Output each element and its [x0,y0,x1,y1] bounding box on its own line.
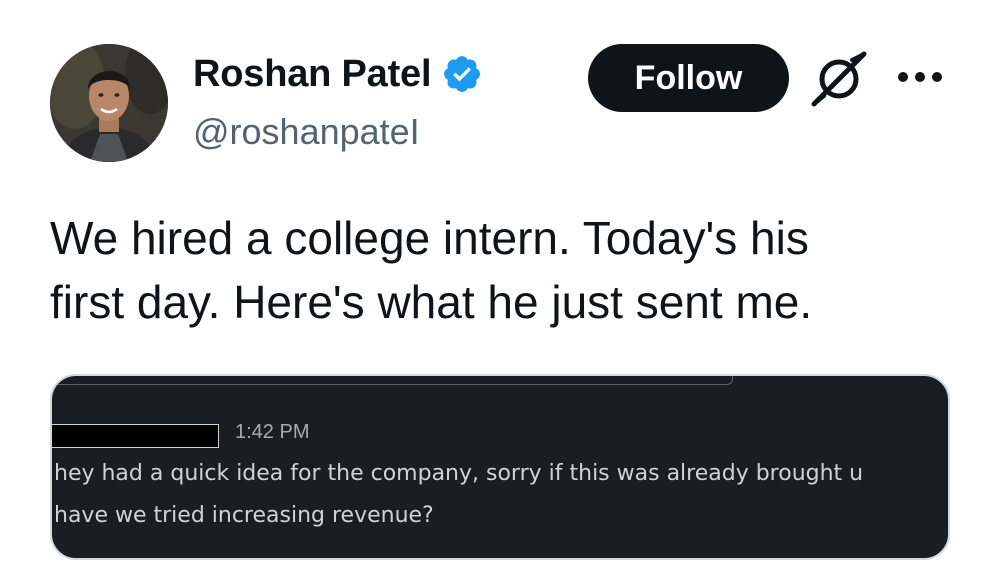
author-name[interactable]: Roshan Patel [193,52,432,96]
author-avatar[interactable] [50,44,168,162]
verified-badge-icon [444,56,481,92]
follow-button[interactable]: Follow [588,44,789,112]
redacted-sender-name [52,424,219,448]
tweet-text: We hired a college intern. Today's his f… [50,206,950,334]
author-handle[interactable]: @roshanpateI [193,110,420,154]
message-line: hey had a quick idea for the company, so… [54,461,864,486]
grok-icon[interactable] [808,48,870,108]
media-divider [52,376,733,385]
author-name-row: Roshan Patel [193,52,483,96]
more-options-icon[interactable] [896,62,944,92]
tweet-text-line: We hired a college intern. Today's his [50,212,809,264]
message-line: have we tried increasing revenue? [54,503,434,528]
profile-photo [50,44,168,162]
message-timestamp: 1:42 PM [235,421,310,443]
tweet-media-image[interactable]: 1:42 PM hey had a quick idea for the com… [50,374,950,560]
tweet-text-line: first day. Here's what he just sent me. [50,276,813,328]
